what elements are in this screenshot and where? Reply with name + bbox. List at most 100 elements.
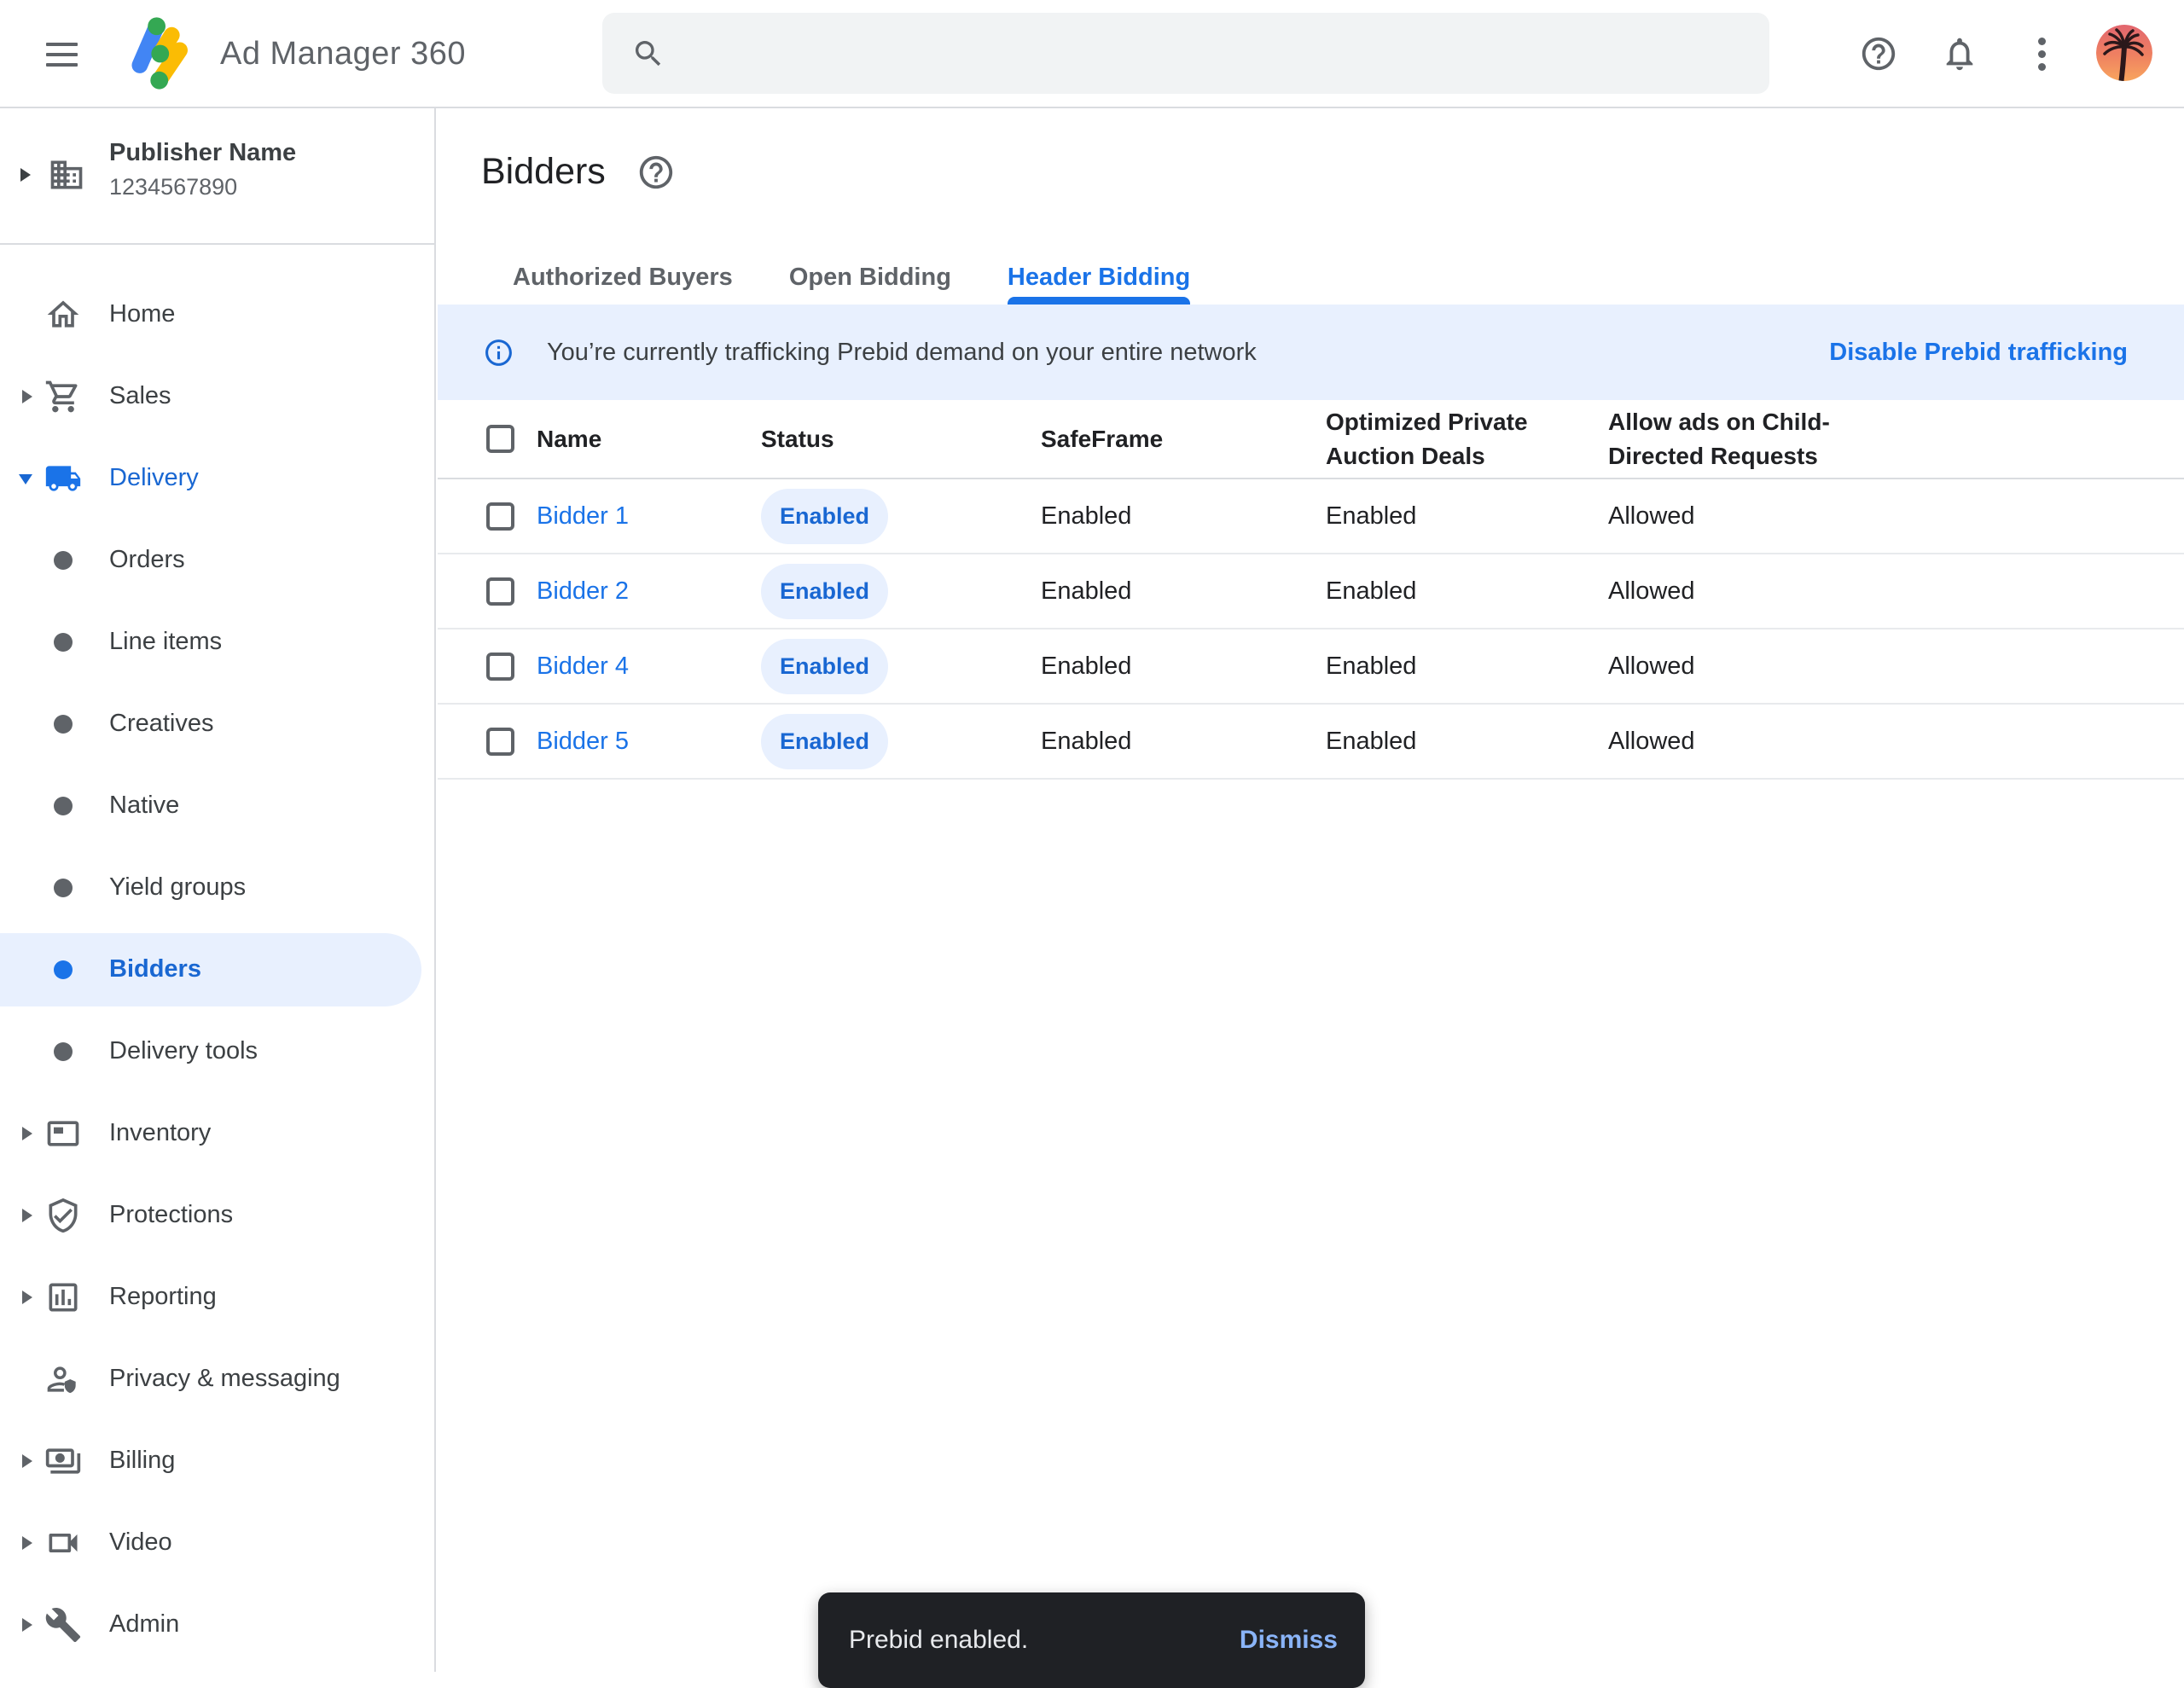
chevron-right-icon [22,1127,32,1140]
bidder-name-link[interactable]: Bidder 4 [537,653,629,680]
sidebar: Publisher Name 1234567890 HomeSalesDeliv… [0,108,436,1672]
row-checkbox[interactable] [486,577,514,606]
publisher-id: 1234567890 [109,174,296,200]
safeframe-value: Enabled [1041,728,1326,756]
sidebar-item-orders[interactable]: Orders [0,519,434,601]
child-directed-value: Allowed [1608,649,1881,683]
tab-authorized-buyers[interactable]: Authorized Buyers [513,250,733,305]
child-directed-value: Allowed [1608,574,1881,608]
bullet-icon [54,1042,73,1061]
tab-open-bidding[interactable]: Open Bidding [789,250,951,305]
opad-value: Enabled [1326,649,1608,683]
chevron-down-icon [19,474,32,484]
select-all-checkbox[interactable] [486,425,514,453]
sidebar-item-label: Protections [109,1201,233,1229]
menu-hamburger-icon[interactable] [46,43,78,67]
user-avatar[interactable] [2096,25,2152,81]
info-icon [483,337,514,368]
bidder-name-link[interactable]: Bidder 2 [537,577,629,605]
opad-value: Enabled [1326,499,1608,533]
bidder-name-link[interactable]: Bidder 1 [537,502,629,530]
row-checkbox[interactable] [486,502,514,531]
videocam-icon [44,1524,82,1562]
sidebar-item-yield-groups[interactable]: Yield groups [0,847,434,929]
bullet-icon [54,551,73,570]
chart-icon [44,1279,82,1316]
status-badge: Enabled [761,564,888,619]
sidebar-item-video[interactable]: Video [0,1502,434,1584]
sidebar-item-delivery-tools[interactable]: Delivery tools [0,1011,434,1093]
home-icon [44,296,82,334]
safeframe-value: Enabled [1041,577,1326,606]
sidebar-item-label: Video [109,1528,172,1557]
sidebar-item-label: Privacy & messaging [109,1365,340,1393]
disable-prebid-trafficking-link[interactable]: Disable Prebid trafficking [1829,339,2128,367]
bullet-icon [54,715,73,734]
table-row: Bidder 2EnabledEnabledEnabledAllowed [438,554,2184,629]
table-row: Bidder 5EnabledEnabledEnabledAllowed [438,705,2184,780]
table-row: Bidder 1EnabledEnabledEnabledAllowed [438,479,2184,554]
payments-icon [44,1442,82,1480]
row-checkbox[interactable] [486,653,514,681]
sidebar-item-delivery[interactable]: Delivery [0,438,434,519]
sidebar-item-label: Native [109,792,179,820]
chevron-right-icon [22,390,32,403]
sidebar-item-native[interactable]: Native [0,765,434,847]
bullet-icon [54,797,73,815]
opad-value: Enabled [1326,574,1608,608]
sidebar-item-billing[interactable]: Billing [0,1420,434,1502]
sidebar-item-sales[interactable]: Sales [0,356,434,438]
chevron-right-icon [22,1454,32,1468]
sidebar-item-label: Yield groups [109,873,246,902]
banner-message: You’re currently trafficking Prebid dema… [547,339,1257,367]
sidebar-item-bidders[interactable]: Bidders [0,929,434,1011]
sidebar-item-label: Inventory [109,1119,211,1147]
privacy-icon [44,1360,82,1398]
bullet-icon [54,879,73,897]
snackbar-toast: Prebid enabled. Dismiss [818,1592,1365,1688]
column-header-status: Status [761,426,1041,453]
main-content: Bidders Authorized BuyersOpen BiddingHea… [438,108,2184,1672]
chevron-right-icon [22,1536,32,1550]
sidebar-nav: Home SalesDeliveryOrdersLine itemsCreativ… [0,245,434,1666]
sidebar-item-label: Bidders [109,955,201,983]
cart-icon [44,378,82,415]
help-icon[interactable] [1859,34,1898,73]
status-badge: Enabled [761,639,888,694]
shield-icon [44,1197,82,1234]
sidebar-item-privacy[interactable]: Privacy & messaging [0,1338,434,1420]
column-header-safeframe: SafeFrame [1041,426,1326,453]
sidebar-item-label: Admin [109,1610,179,1639]
wrench-icon [44,1606,82,1644]
search-bar[interactable] [602,13,1769,94]
sidebar-item-line-items[interactable]: Line items [0,601,434,683]
sidebar-item-label: Home [109,300,175,328]
search-icon [631,37,665,71]
ad-manager-logo-icon [121,9,210,98]
tab-bar: Authorized Buyers Open Bidding Header Bidd… [513,250,1246,305]
chevron-right-icon [22,1291,32,1304]
sidebar-item-creatives[interactable]: Creatives [0,683,434,765]
bidder-name-link[interactable]: Bidder 5 [537,728,629,755]
row-checkbox[interactable] [486,728,514,756]
avatar-palm-image [2096,25,2152,81]
tab-header-bidding[interactable]: Header Bidding [1008,250,1190,305]
prebid-info-banner: You’re currently trafficking Prebid dema… [438,305,2184,400]
more-options-icon[interactable] [2034,34,2049,73]
sidebar-item-reporting[interactable]: Reporting [0,1256,434,1338]
sidebar-item-home[interactable]: Home [0,274,434,356]
column-header-name: Name [537,426,761,453]
publisher-selector[interactable]: Publisher Name 1234567890 [0,108,434,245]
sidebar-item-admin[interactable]: Admin [0,1584,434,1666]
sidebar-item-inventory[interactable]: Inventory [0,1093,434,1175]
notifications-bell-icon[interactable] [1940,34,1979,73]
table-header-row: Name Status SafeFrame Optimized Private … [438,400,2184,479]
sidebar-item-protections[interactable]: Protections [0,1175,434,1256]
search-input[interactable] [686,39,1769,68]
status-badge: Enabled [761,714,888,769]
child-directed-value: Allowed [1608,724,1881,758]
toast-dismiss-button[interactable]: Dismiss [1240,1626,1338,1655]
column-header-opad: Optimized Private Auction Deals [1326,405,1608,473]
page-help-icon[interactable] [636,153,676,192]
web-icon [44,1115,82,1152]
